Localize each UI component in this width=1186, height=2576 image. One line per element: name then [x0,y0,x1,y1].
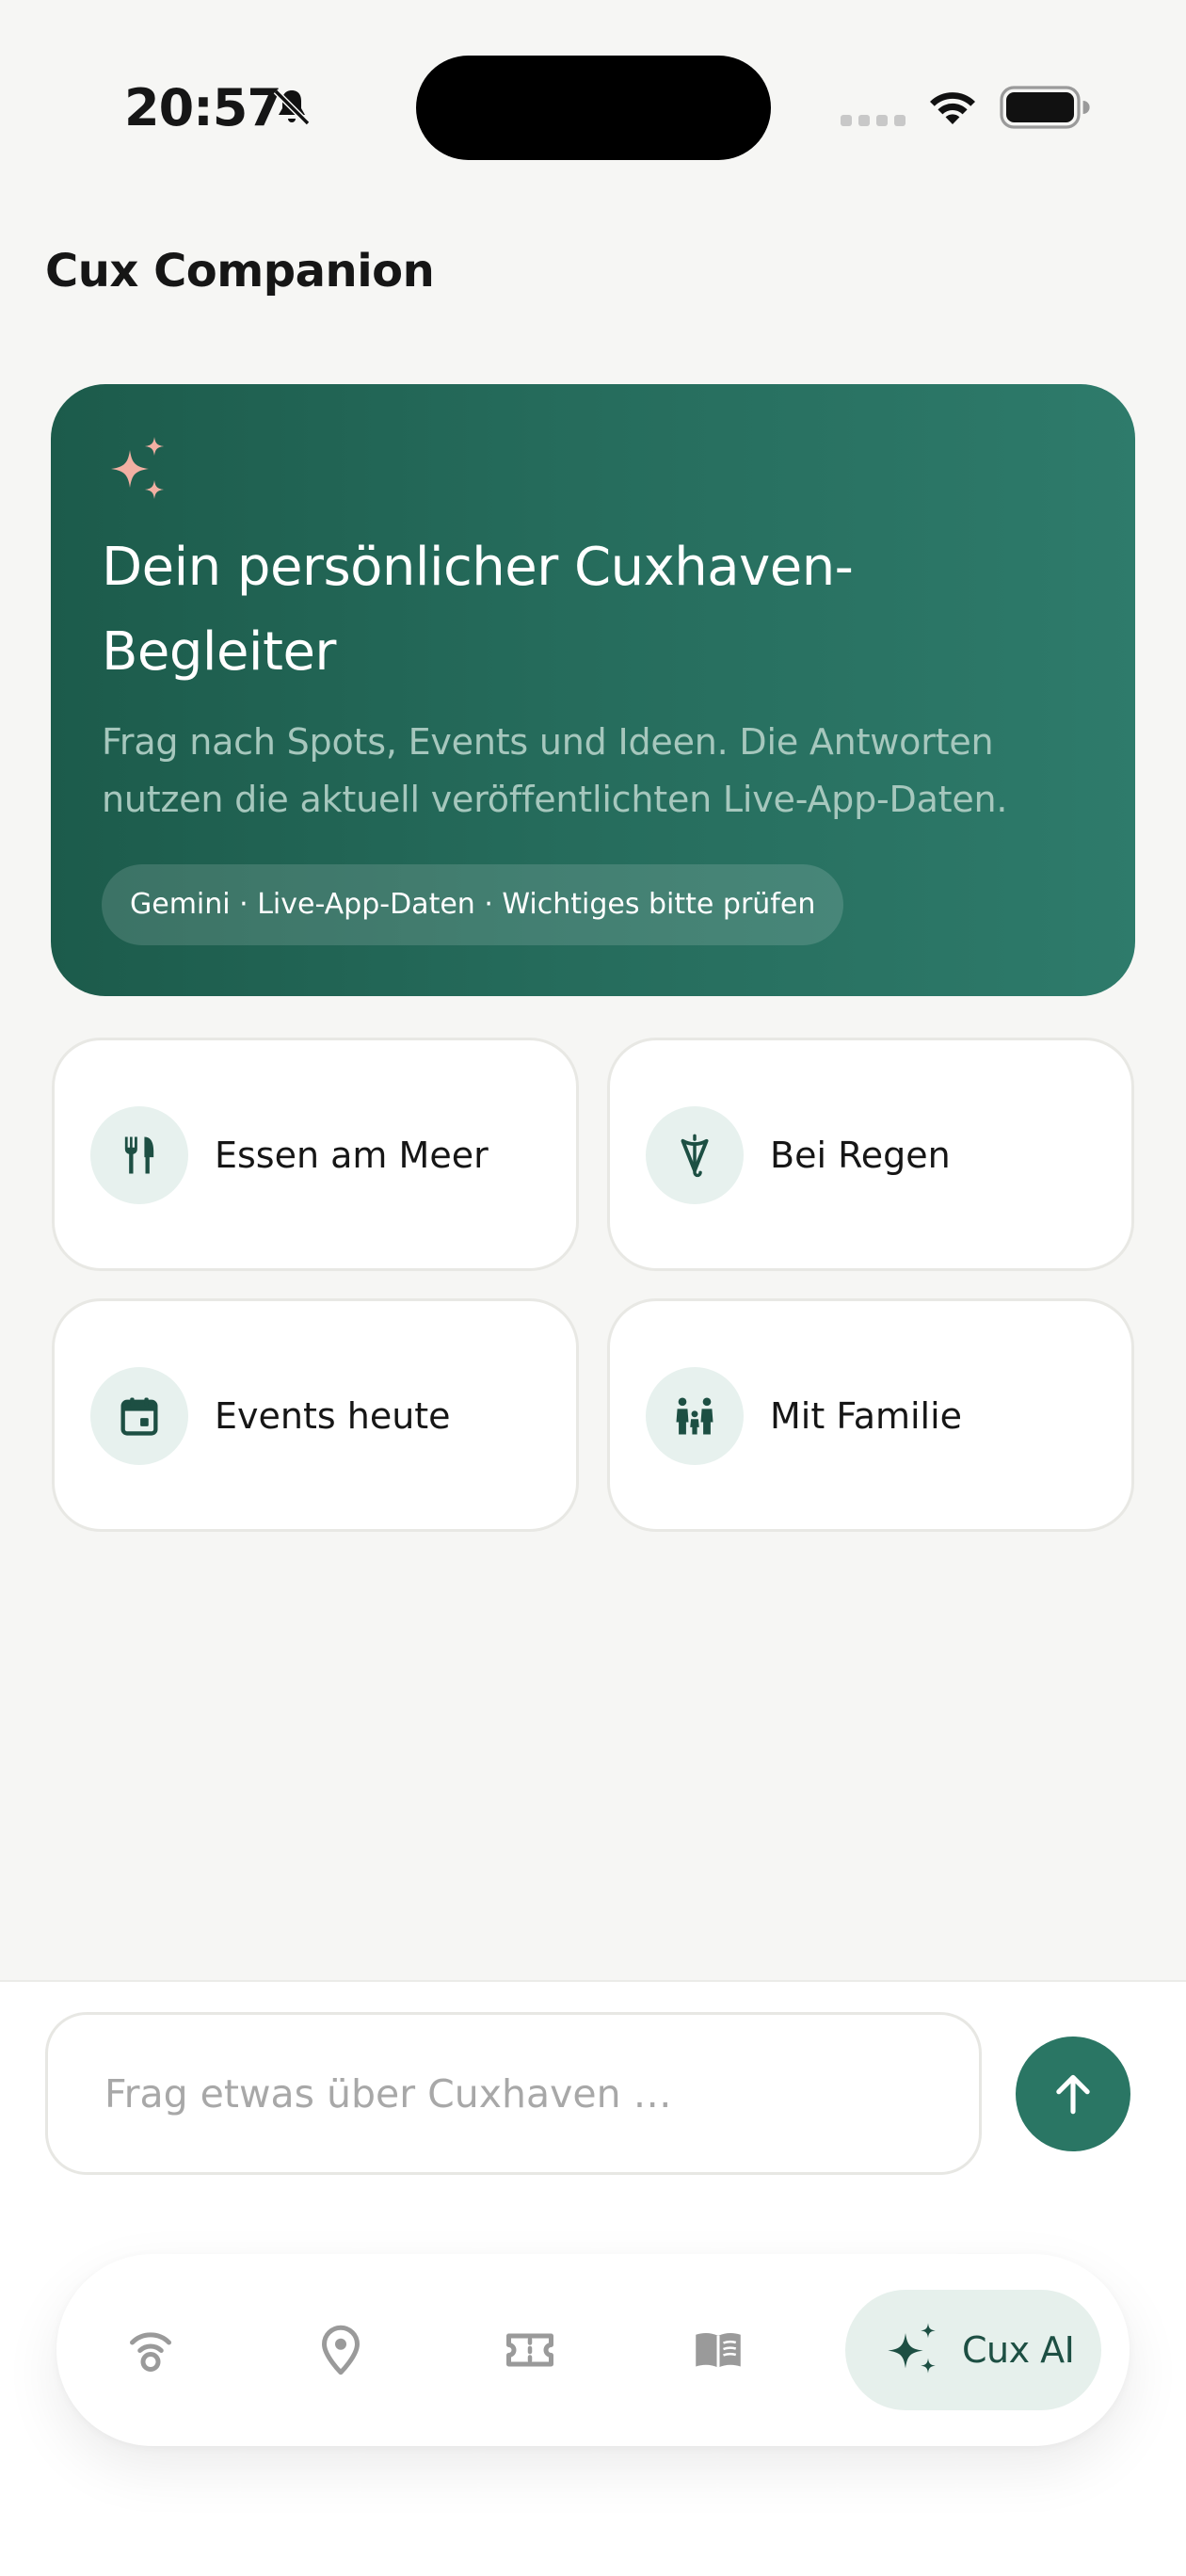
app-screen: 20:57 Cux Companion Dein persönlicher Cu… [0,0,1186,2576]
fork-knife-icon [90,1106,188,1204]
tile-label: Events heute [215,1395,451,1437]
family-icon [646,1367,744,1465]
bell-slash-icon [273,89,311,126]
book-icon [696,2333,741,2368]
wifi-icon [930,92,975,124]
signal-dots-icon [841,115,906,126]
info-pill: Gemini · Live-App-Daten · Wichtiges bitt… [102,864,844,945]
suggestion-events-heute[interactable]: Events heute [52,1298,579,1532]
suggestion-mit-familie[interactable]: Mit Familie [607,1298,1134,1532]
message-input[interactable] [45,2012,982,2175]
nav-tickets[interactable] [481,2301,579,2399]
hero-description: Frag nach Spots, Events und Ideen. Die A… [102,721,1008,820]
nav-cux-ai[interactable]: Cux AI [845,2290,1101,2410]
map-pin-icon [322,2325,360,2375]
battery-icon [1000,86,1090,129]
hero-card: Dein persönlicher Cuxhaven-Begleiter Fra… [51,384,1135,996]
umbrella-icon [646,1106,744,1204]
send-button[interactable] [1016,2037,1130,2151]
tile-label: Bei Regen [770,1135,951,1176]
status-time: 20:57 [124,78,282,137]
ticket-icon [506,2333,553,2367]
nav-map[interactable] [292,2301,390,2399]
sparkles-icon [111,437,164,499]
nav-label: Cux AI [962,2329,1075,2371]
bottom-nav: Cux AI [56,2254,1130,2446]
suggestion-bei-regen[interactable]: Bei Regen [607,1038,1134,1271]
calendar-icon [90,1367,188,1465]
tile-label: Mit Familie [770,1395,963,1437]
suggestion-essen-am-meer[interactable]: Essen am Meer [52,1038,579,1271]
live-signal-icon [130,2332,171,2373]
nav-live[interactable] [102,2301,200,2399]
dynamic-island [416,56,771,160]
arrow-up-icon [1056,2074,1090,2115]
status-bar: 20:57 [0,0,1186,188]
nav-guide[interactable] [669,2301,767,2399]
page-title: Cux Companion [45,245,435,298]
tile-label: Essen am Meer [215,1135,489,1176]
sparkles-icon [888,2323,936,2374]
hero-heading: Dein persönlicher Cuxhaven-Begleiter [102,537,854,683]
